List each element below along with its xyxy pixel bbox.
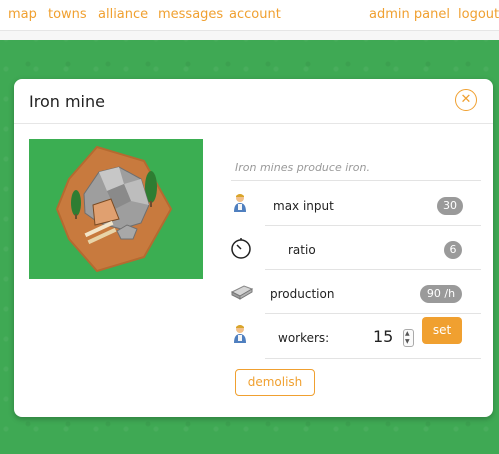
nav-towns-link[interactable]: towns xyxy=(48,7,87,22)
worker-icon xyxy=(234,325,246,343)
production-label: production xyxy=(270,287,335,301)
timer-icon xyxy=(231,238,251,259)
close-icon: ✕ xyxy=(460,92,472,107)
iron-bar-icon xyxy=(230,285,254,300)
nav-account-link[interactable]: account xyxy=(229,7,281,22)
separator xyxy=(265,269,481,270)
workers-input[interactable]: 15 xyxy=(373,327,393,346)
nav-admin-panel-link[interactable]: admin panel xyxy=(369,7,450,22)
demolish-button[interactable]: demolish xyxy=(235,369,315,396)
separator xyxy=(265,313,481,314)
workers-stepper[interactable]: ▲ ▼ xyxy=(403,329,414,347)
close-button[interactable]: ✕ xyxy=(455,89,477,111)
building-image xyxy=(29,139,203,279)
production-badge: 90 /h xyxy=(420,285,462,303)
separator xyxy=(231,180,481,181)
nav-divider-strip xyxy=(0,31,499,40)
top-nav-bar: map towns alliance messages account admi… xyxy=(0,0,499,31)
modal-title: Iron mine xyxy=(29,92,105,111)
building-modal: Iron mine ✕ Iron mines produce iron. max… xyxy=(14,79,493,417)
workers-label: workers: xyxy=(278,331,330,345)
modal-header-divider xyxy=(14,123,493,124)
nav-map-link[interactable]: map xyxy=(8,7,37,22)
nav-messages-link[interactable]: messages xyxy=(158,7,223,22)
max-input-badge: 30 xyxy=(437,197,463,215)
ratio-badge: 6 xyxy=(444,241,462,259)
separator xyxy=(265,358,481,359)
stepper-down-icon[interactable]: ▼ xyxy=(405,339,410,345)
nav-logout-link[interactable]: logout xyxy=(458,7,499,22)
worker-icon xyxy=(234,194,246,212)
ratio-label: ratio xyxy=(288,243,316,257)
separator xyxy=(265,225,481,226)
building-description: Iron mines produce iron. xyxy=(235,161,370,174)
max-input-label: max input xyxy=(273,199,334,213)
set-button[interactable]: set xyxy=(422,317,462,344)
iron-mine-illustration xyxy=(55,145,173,273)
nav-alliance-link[interactable]: alliance xyxy=(98,7,148,22)
stepper-up-icon[interactable]: ▲ xyxy=(405,331,410,337)
